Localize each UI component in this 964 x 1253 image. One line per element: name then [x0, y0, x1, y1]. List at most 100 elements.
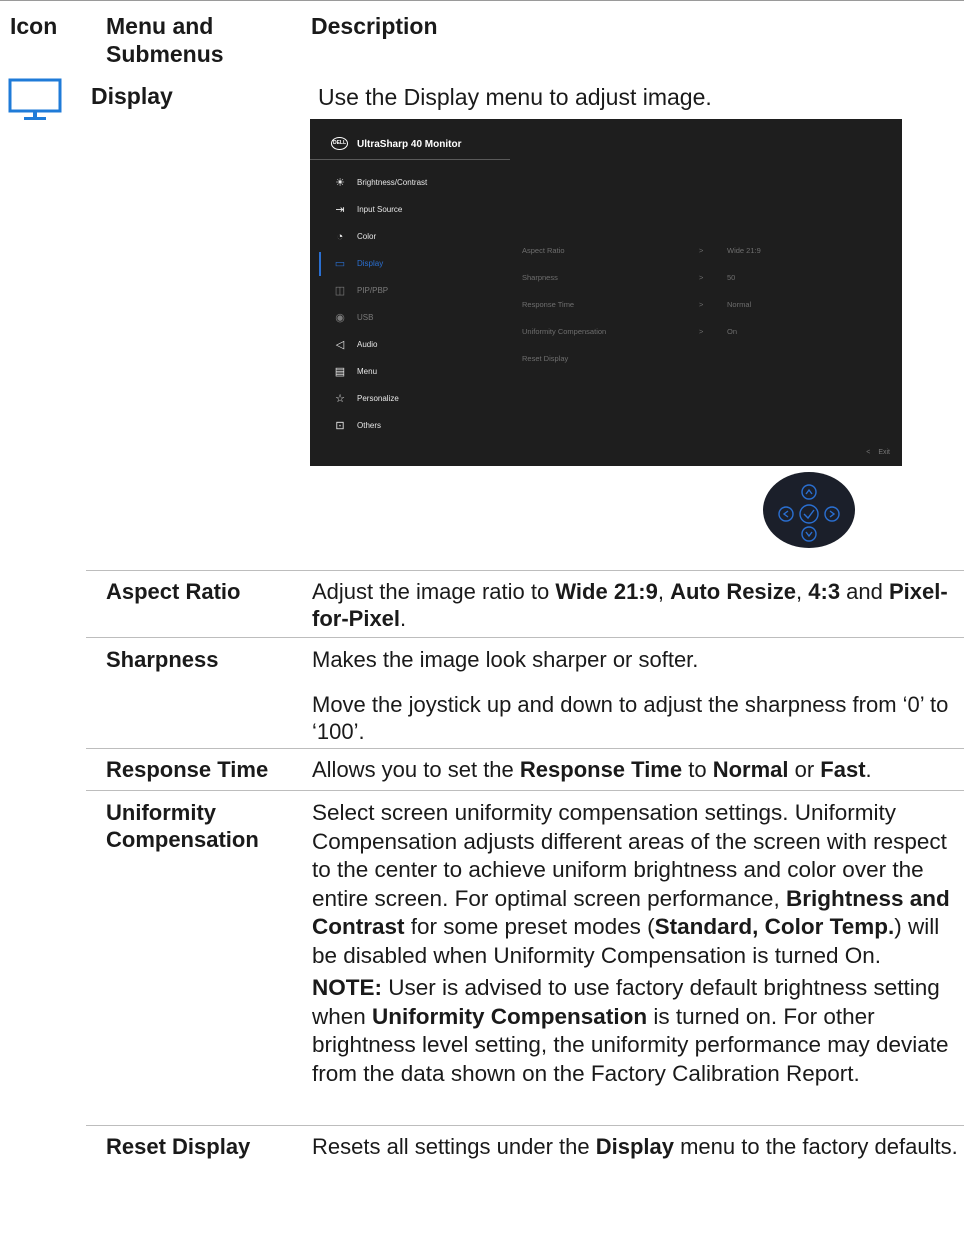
pip-icon: ◫	[334, 285, 346, 297]
display-description: Use the Display menu to adjust image.	[318, 84, 712, 110]
osd-menu-item[interactable]: ◁ Audio	[310, 336, 510, 356]
text: or	[788, 757, 821, 782]
osd-menu-label: PIP/PBP	[357, 286, 389, 295]
osd-menu-item[interactable]: ◫ PIP/PBP	[310, 282, 510, 302]
bold-text: Wide 21:9	[555, 579, 658, 604]
bold-text: Fast	[820, 757, 866, 782]
monitor-icon: ▭	[334, 258, 346, 270]
sharpness-description-2: Move the joystick up and down to adjust …	[312, 692, 949, 744]
text: Resets all settings under the	[312, 1134, 596, 1159]
osd-submenu-item[interactable]: Response Time > Normal	[522, 300, 882, 314]
others-icon: ⊡	[335, 420, 345, 432]
monitor-icon	[8, 78, 62, 122]
bold-text: NOTE:	[312, 975, 382, 1000]
aspect-ratio-description: Adjust the image ratio to Wide 21:9, Aut…	[312, 578, 952, 632]
osd-menu-label: USB	[357, 313, 374, 322]
aspect-ratio-label: Aspect Ratio	[106, 579, 241, 604]
osd-exit[interactable]: < Exit	[866, 449, 890, 456]
bold-text: Standard, Color Temp.	[654, 914, 895, 939]
text: .	[865, 757, 872, 782]
bold-text: Display	[595, 1134, 674, 1159]
osd-submenu-item[interactable]: Reset Display	[522, 354, 882, 368]
osd-menu-item[interactable]: ◉ USB	[310, 309, 510, 329]
osd-title-divider	[310, 159, 510, 160]
chevron-right-icon: >	[699, 300, 704, 309]
response-time-label: Response Time	[106, 757, 269, 782]
text: ,	[657, 579, 671, 604]
row-divider	[86, 748, 964, 749]
osd-menu-item[interactable]: ▭ Display	[310, 252, 510, 276]
text: menu to the factory defaults.	[673, 1134, 958, 1159]
chevron-right-icon: >	[699, 327, 704, 336]
osd-menu-item[interactable]: ▤ Menu	[310, 363, 510, 383]
bold-text: Normal	[712, 757, 789, 782]
osd-menu-label: Input Source	[357, 205, 403, 214]
speaker-icon: ◁	[335, 339, 345, 351]
osd-submenu-item[interactable]: Sharpness >50	[522, 273, 882, 287]
osd-submenu-item[interactable]: Aspect Ratio > Wide 21:9	[522, 246, 882, 260]
osd-menu-label: Others	[357, 421, 382, 430]
osd-submenu-value: On	[727, 327, 738, 336]
uniformity-label-line1: Uniformity	[106, 800, 216, 825]
osd-menu-label: Color	[357, 232, 377, 241]
osd-submenu-name: Reset Display	[522, 354, 569, 363]
reset-display-description: Resets all settings under the Display me…	[312, 1133, 958, 1160]
palette-icon: ◔	[336, 231, 344, 243]
header-menu: Menu and Submenus	[106, 13, 224, 67]
uniformity-label-line2: Compensation	[106, 827, 259, 852]
osd-screenshot: DELL UltraSharp 40 Monitor ☀ Brightness/C…	[310, 119, 902, 466]
text: ,	[796, 579, 809, 604]
osd-menu-item[interactable]: ◔ Color	[310, 228, 510, 248]
display-menu-title: Display	[91, 83, 173, 109]
row-divider	[86, 790, 964, 791]
top-rule	[0, 0, 964, 1]
chevron-left-icon: <	[866, 449, 871, 456]
text: .	[400, 606, 407, 631]
header-description: Description	[311, 13, 438, 39]
active-indicator	[319, 252, 321, 276]
uniformity-description-1: Select screen uniformity compensation se…	[312, 799, 958, 970]
osd-submenu-item[interactable]: Uniformity Compensation > On	[522, 327, 882, 341]
chevron-right-icon: >	[699, 273, 704, 282]
joystick-icon	[763, 472, 855, 548]
osd-menu-item[interactable]: ☀ Brightness/Contrast	[310, 174, 510, 194]
sharpness-label: Sharpness	[106, 647, 219, 672]
text: Allows you to set the	[312, 757, 520, 782]
sharpness-description-1: Makes the image look sharper or softer.	[312, 647, 699, 672]
row-divider	[86, 1125, 964, 1126]
osd-submenu-name: Sharpness	[522, 273, 558, 282]
text: and	[840, 579, 889, 604]
osd-menu-label: Brightness/Contrast	[357, 178, 428, 187]
uniformity-note: NOTE: User is advised to use factory def…	[312, 974, 958, 1088]
osd-submenu-value: 50	[727, 273, 736, 282]
osd-menu-label: Personalize	[357, 394, 399, 403]
dell-logo: DELL	[331, 137, 348, 150]
osd-submenu-value: Wide 21:9	[727, 246, 761, 255]
sun-icon: ☀	[335, 177, 345, 189]
osd-menu-item[interactable]: ☆ Personalize	[310, 390, 510, 410]
mouse-icon: ◉	[335, 312, 345, 324]
osd-menu-item[interactable]: ⇥ Input Source	[310, 201, 510, 221]
row-divider	[86, 570, 964, 571]
osd-menu-label: Display	[357, 259, 384, 268]
input-icon: ⇥	[335, 204, 345, 216]
uniformity-label: Uniformity Compensation	[106, 799, 259, 853]
bold-text: Response Time	[519, 757, 683, 782]
osd-submenu-name: Response Time	[522, 300, 575, 309]
text: to	[682, 757, 713, 782]
osd-menu-label: Menu	[357, 367, 378, 376]
osd-title: UltraSharp 40 Monitor	[357, 139, 462, 150]
row-divider	[86, 637, 964, 638]
osd-exit-label: Exit	[878, 449, 890, 456]
osd-menu-label: Audio	[357, 340, 378, 349]
menu-icon: ▤	[334, 366, 346, 378]
bold-text: 4:3	[808, 579, 841, 604]
osd-submenu-name: Uniformity Compensation	[522, 327, 607, 336]
text: for some preset modes (	[404, 914, 655, 939]
bold-text: Uniformity Compensation	[372, 1003, 648, 1029]
bold-text: Auto Resize	[670, 579, 797, 604]
text: Adjust the image ratio to	[312, 579, 556, 604]
chevron-right-icon: >	[699, 246, 704, 255]
osd-menu-item[interactable]: ⊡ Others	[310, 417, 510, 437]
star-icon: ☆	[335, 393, 345, 405]
